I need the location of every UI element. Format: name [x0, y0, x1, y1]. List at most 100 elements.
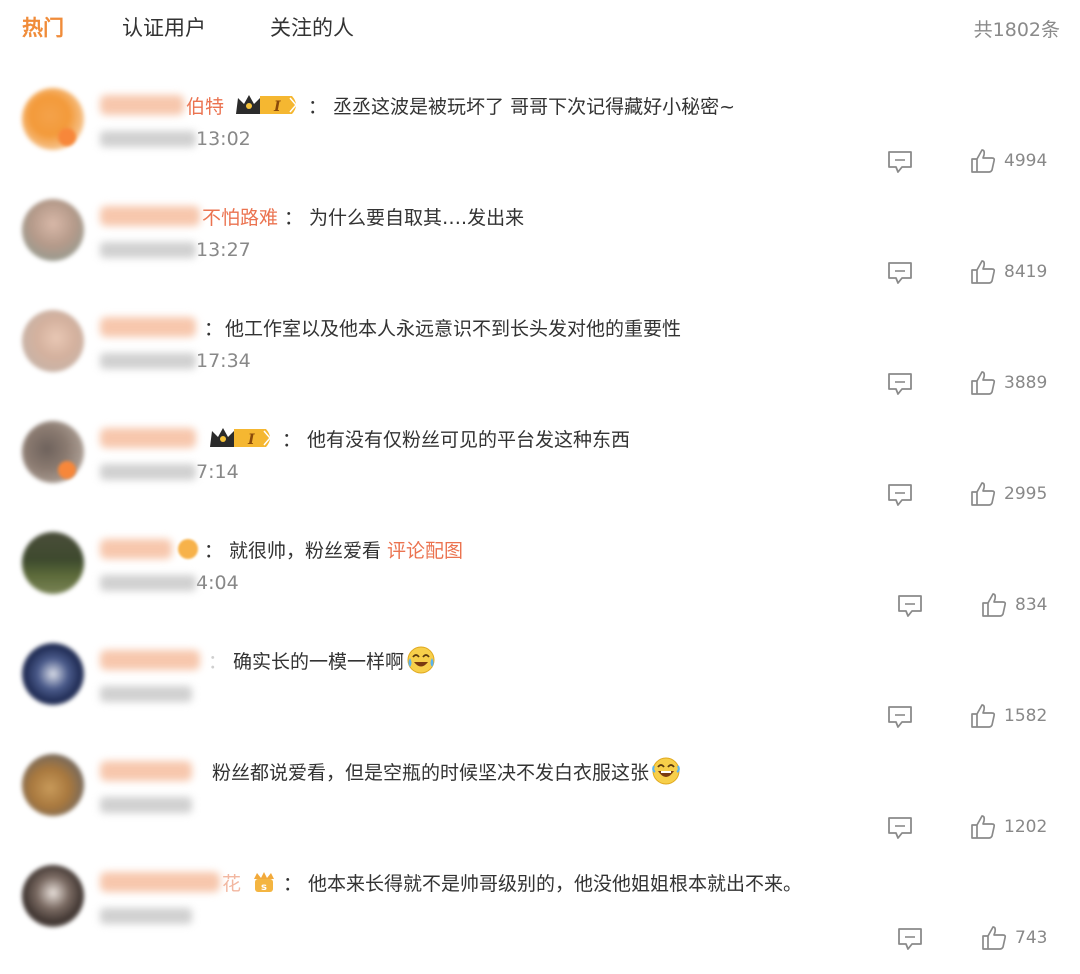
avatar[interactable]: [22, 643, 84, 705]
comment-text: 他本来长得就不是帅哥级别的，他没他姐姐根本就出不来。: [308, 872, 803, 895]
comment-time: 13:27: [196, 239, 251, 261]
like-button[interactable]: 3889: [970, 368, 1047, 398]
comment-text: 为什么要自取其….发出来: [309, 206, 525, 229]
comment-text: 确实长的一模一样啊: [233, 650, 405, 673]
gift-badge-icon: s: [251, 869, 277, 895]
like-count: 1582: [1004, 706, 1048, 726]
blurred-date: [100, 242, 196, 258]
comment-item: ： 确实长的一模一样啊 1582: [0, 641, 1080, 752]
laugh-emoji-icon: [652, 757, 680, 785]
comment-tabs: 热门 认证用户 关注的人 共1802条: [0, 0, 1080, 58]
reply-icon[interactable]: [887, 816, 913, 840]
comment-item: 不怕路难 ： 为什么要自取其….发出来 13:27 8419: [0, 197, 1080, 308]
blurred-date: [100, 464, 196, 480]
like-count: 2995: [1004, 484, 1048, 504]
blurred-username: [100, 428, 196, 448]
sun-badge-icon: [178, 539, 198, 559]
blurred-date: [100, 131, 196, 147]
comment-text: 他有没有仅粉丝可见的平台发这种东西: [307, 428, 631, 451]
like-count: 743: [1015, 928, 1048, 948]
thumbs-up-icon: [982, 593, 1007, 617]
like-count: 834: [1015, 595, 1048, 615]
comment-text: 粉丝都说爱看，但是空瓶的时候坚决不发白衣服这张: [212, 761, 650, 784]
tab-hot[interactable]: 热门: [22, 12, 64, 42]
like-button[interactable]: 8419: [970, 257, 1047, 287]
comment-item: I ： 他有没有仅粉丝可见的平台发这种东西 7:14 2995: [0, 419, 1080, 530]
reply-icon[interactable]: [887, 150, 913, 174]
like-button[interactable]: 4994: [970, 146, 1047, 176]
colon: ：: [282, 428, 302, 451]
blurred-username: [100, 95, 184, 115]
blurred-username: [100, 872, 220, 892]
colon: ：: [283, 872, 303, 895]
comment-item: ： 就很帅，粉丝爱看 评论配图 4:04 834: [0, 530, 1080, 641]
avatar[interactable]: [22, 199, 84, 261]
thumbs-up-icon: [971, 260, 996, 284]
username[interactable]: 不怕路难: [202, 203, 278, 230]
cry-laugh-emoji-icon: [407, 646, 435, 674]
reply-icon[interactable]: [887, 483, 913, 507]
thumbs-up-icon: [971, 482, 996, 506]
blurred-date: [100, 686, 192, 702]
fan-crown-badge-icon: I: [234, 92, 302, 118]
username[interactable]: 花: [222, 869, 241, 896]
svg-text:I: I: [273, 99, 281, 115]
like-button[interactable]: 743: [981, 923, 1047, 953]
reply-icon[interactable]: [887, 705, 913, 729]
comment-total-count: 共1802条: [973, 19, 1060, 41]
thumbs-up-icon: [971, 704, 996, 728]
like-button[interactable]: 2995: [970, 479, 1047, 509]
reply-icon[interactable]: [887, 261, 913, 285]
blurred-username: [100, 206, 200, 226]
reply-icon[interactable]: [897, 927, 923, 951]
avatar[interactable]: [22, 754, 84, 816]
comment-time: 17:34: [196, 350, 251, 372]
comment-text: 就很帅，粉丝爱看: [229, 539, 382, 562]
blurred-date: [100, 797, 192, 813]
colon: ：: [208, 650, 228, 673]
like-button[interactable]: 1582: [970, 701, 1047, 731]
verified-badge-icon: [58, 128, 76, 146]
blurred-date: [100, 908, 192, 924]
like-count: 8419: [1004, 262, 1048, 282]
fan-crown-badge-icon: I: [208, 425, 276, 451]
comment-item: ： 他工作室以及他本人永远意识不到长头发对他的重要性 17:34 3889: [0, 308, 1080, 419]
comment-time: 4:04: [196, 572, 239, 594]
blurred-date: [100, 575, 196, 591]
like-count: 4994: [1004, 151, 1048, 171]
comment-item: 花 s ： 他本来长得就不是帅哥级别的，他没他姐姐根本就出不来。 743: [0, 863, 1080, 974]
reply-icon[interactable]: [897, 594, 923, 618]
tab-following[interactable]: 关注的人: [270, 12, 354, 42]
like-button[interactable]: 1202: [970, 812, 1047, 842]
blurred-username: [100, 317, 196, 337]
avatar[interactable]: [22, 865, 84, 927]
blurred-username: [100, 650, 200, 670]
colon: ：: [204, 539, 224, 562]
avatar[interactable]: [22, 310, 84, 372]
username[interactable]: 伯特: [186, 92, 224, 119]
colon: ：: [204, 317, 224, 340]
comment-item: 粉丝都说爱看，但是空瓶的时候坚决不发白衣服这张 1202: [0, 752, 1080, 863]
blurred-date: [100, 353, 196, 369]
comment-text: 丞丞这波是被玩坏了 哥哥下次记得藏好小秘密~: [333, 95, 735, 118]
svg-text:I: I: [247, 432, 255, 448]
tab-verified-users[interactable]: 认证用户: [122, 12, 206, 42]
like-count: 3889: [1004, 373, 1048, 393]
comment-item: 伯特 I ： 丞丞这波是被玩坏了 哥哥下次记得藏好小秘密~ 13:02 4994: [0, 86, 1080, 197]
comment-text: 他工作室以及他本人永远意识不到长头发对他的重要性: [225, 317, 682, 340]
avatar[interactable]: [22, 532, 84, 594]
thumbs-up-icon: [971, 149, 996, 173]
comment-time: 7:14: [196, 461, 239, 483]
thumbs-up-icon: [971, 371, 996, 395]
verified-badge-icon: [58, 461, 76, 479]
blurred-username: [100, 539, 172, 559]
reply-icon[interactable]: [887, 372, 913, 396]
thumbs-up-icon: [982, 926, 1007, 950]
colon: ：: [308, 95, 328, 118]
svg-text:s: s: [261, 882, 267, 893]
comment-time: 13:02: [196, 128, 251, 150]
blurred-username: [100, 761, 192, 781]
comment-image-link[interactable]: 评论配图: [387, 536, 463, 563]
colon: ：: [284, 206, 304, 229]
like-button[interactable]: 834: [981, 590, 1047, 620]
